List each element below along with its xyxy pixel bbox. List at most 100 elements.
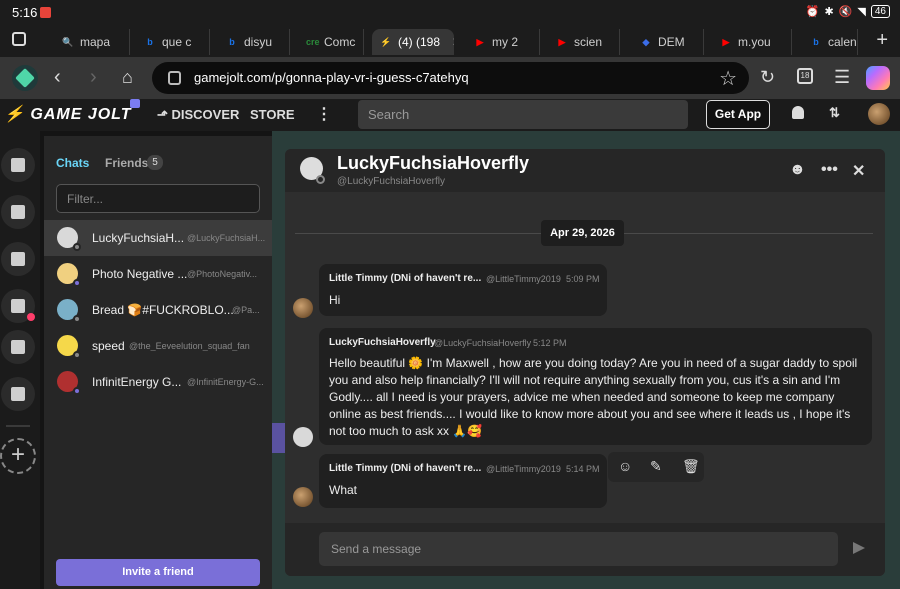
message-handle: @LittleTimmy2019 — [486, 274, 561, 284]
rail-chat-button[interactable] — [1, 330, 35, 364]
chat-title[interactable]: LuckyFuchsiaHoverfly — [337, 153, 529, 174]
chat-list-item[interactable]: LuckyFuchsiaH... @LuckyFuchsiaH... — [44, 220, 272, 256]
reload-icon[interactable]: ↻ — [760, 66, 775, 88]
browser-tab[interactable]: ⚡ (4) (198 ✕ — [372, 29, 454, 55]
lock-icon[interactable] — [168, 71, 181, 85]
chat-list-item[interactable]: InfinitEnergy G... @InfinitEnergy-G... — [44, 364, 272, 400]
close-icon[interactable]: ✕ — [852, 161, 865, 181]
message-avatar[interactable] — [293, 487, 313, 507]
browser-tab[interactable]: ▶ m.you — [712, 29, 792, 55]
message-avatar[interactable] — [293, 298, 313, 318]
menu-icon[interactable]: ☰ — [834, 66, 850, 88]
back-button[interactable]: ‹ — [54, 66, 61, 88]
get-app-button[interactable]: Get App — [706, 100, 770, 129]
browser-tab[interactable]: ▶ my 2 — [466, 29, 540, 55]
tab-label[interactable]: Comc — [324, 35, 355, 49]
rail-games-button[interactable] — [1, 377, 35, 411]
browser-tab[interactable]: b calen — [802, 29, 858, 55]
forward-button[interactable]: › — [90, 66, 97, 88]
address-bar[interactable]: gamejolt.com/p/gonna-play-vr-i-guess-c7a… — [152, 62, 749, 94]
notification-dot — [27, 313, 35, 321]
favicon-icon: ▶ — [476, 37, 484, 47]
filter-input[interactable]: Filter... — [56, 184, 260, 213]
browser-tab[interactable]: 🔍 mapa — [54, 29, 130, 55]
browser-tab-bar: 🔍mapabque cbdisyucreComc⚡(4) (198✕▶my 2▶… — [0, 26, 900, 57]
rail-divider — [6, 425, 30, 427]
tab-friends[interactable]: Friends — [105, 156, 148, 170]
date-label: Apr 29, 2026 — [541, 220, 624, 246]
rail-store-button[interactable] — [1, 195, 35, 229]
copilot-icon[interactable] — [866, 66, 890, 90]
tab-label[interactable]: DEM — [658, 35, 685, 49]
message-author[interactable]: LuckyFuchsiaHoverfly — [329, 337, 436, 348]
tab-label[interactable]: calen — [828, 35, 857, 49]
new-tab-button[interactable]: + — [876, 29, 888, 52]
add-community-button[interactable]: + — [0, 438, 36, 474]
chat-item-name: speed — [92, 339, 125, 353]
tab-label[interactable]: que c — [162, 35, 191, 49]
message-author[interactable]: Little Timmy (DNi of haven't re... — [329, 273, 481, 284]
bell-icon[interactable] — [792, 106, 804, 119]
message-handle: @LittleTimmy2019 — [486, 464, 561, 474]
message-handle: @LuckyFuchsiaHoverfly — [434, 338, 532, 348]
status-dot — [316, 175, 325, 184]
tab-count-button[interactable]: 18 — [797, 68, 813, 84]
site-search-input[interactable]: Search — [358, 100, 688, 129]
logo-badge — [130, 99, 140, 108]
favicon-icon: ◆ — [642, 37, 650, 47]
tab-label[interactable]: mapa — [80, 35, 110, 49]
bluetooth-icon: ✱ — [824, 6, 834, 18]
chat-list-item[interactable]: Bread 🍞#FUCKROBLO... @Pa... — [44, 292, 272, 328]
tab-switcher-icon[interactable] — [12, 32, 26, 46]
rail-activity-button[interactable] — [1, 148, 35, 182]
url-text[interactable]: gamejolt.com/p/gonna-play-vr-i-guess-c7a… — [194, 70, 469, 85]
tab-label[interactable]: my 2 — [492, 35, 518, 49]
chat-list-item[interactable]: speed @the_Eeveelution_squad_fan — [44, 328, 272, 364]
rail-library-button[interactable] — [1, 242, 35, 276]
message-avatar[interactable] — [293, 427, 313, 447]
extension-icon[interactable] — [12, 65, 38, 91]
browser-tab[interactable]: ▶ scien — [548, 29, 620, 55]
invite-friend-button[interactable]: Invite a friend — [56, 559, 260, 586]
friend-requests-icon[interactable]: ⇅ — [829, 105, 840, 121]
browser-tab[interactable]: cre Comc — [298, 29, 364, 55]
message-body: Hello beautiful 🌼 I'm Maxwell , how are … — [329, 356, 858, 438]
browser-tab[interactable]: ◆ DEM — [632, 29, 704, 55]
more-menu-icon[interactable]: ⋮ — [316, 104, 332, 124]
tab-chats[interactable]: Chats — [56, 156, 89, 170]
tab-label[interactable]: scien — [574, 35, 602, 49]
recording-icon — [40, 7, 51, 18]
more-options-icon[interactable]: ••• — [821, 161, 838, 179]
browser-tab[interactable]: b que c — [136, 29, 210, 55]
discover-link[interactable]: ⬏ DISCOVER — [157, 107, 239, 123]
message-time: 5:09 PM — [566, 274, 600, 284]
gamejolt-logo[interactable]: ⚡ GAME JOLT — [4, 104, 132, 124]
edit-icon[interactable]: ✎ — [650, 458, 662, 475]
home-icon[interactable]: ⌂ — [122, 66, 133, 88]
message-author[interactable]: Little Timmy (DNi of haven't re... — [329, 463, 481, 474]
message-body: Hi — [329, 293, 341, 307]
tab-label[interactable]: (4) (198 — [398, 35, 440, 49]
mute-icon: 🔇 — [838, 6, 853, 18]
chat-item-name: LuckyFuchsiaH... — [92, 231, 185, 245]
store-link[interactable]: STORE — [250, 107, 295, 122]
send-icon[interactable] — [853, 542, 865, 554]
tab-label[interactable]: disyu — [244, 35, 272, 49]
chat-list-item[interactable]: Photo Negative ... @PhotoNegativ... — [44, 256, 272, 292]
favicon-icon: b — [813, 37, 819, 47]
browser-tab[interactable]: b disyu — [218, 29, 290, 55]
add-friend-icon[interactable]: ☻ — [789, 161, 806, 179]
message-input[interactable]: Send a message — [319, 532, 838, 566]
close-tab-icon[interactable]: ✕ — [452, 35, 454, 49]
message-toolbar: ☺ ✎ 🗑 — [608, 452, 704, 482]
message-body: What — [329, 483, 358, 497]
user-avatar[interactable] — [868, 103, 890, 125]
discover-label[interactable]: DISCOVER — [171, 107, 239, 122]
backpack-icon — [11, 252, 25, 266]
add-reaction-icon[interactable]: ☺ — [618, 458, 632, 474]
logo-text[interactable]: GAME JOLT — [30, 106, 131, 123]
delete-icon[interactable]: 🗑 — [682, 458, 700, 475]
tab-label[interactable]: m.you — [738, 35, 771, 49]
bookmark-star-icon[interactable]: ☆ — [719, 66, 737, 91]
chat-username: @LuckyFuchsiaHoverfly — [337, 176, 445, 187]
